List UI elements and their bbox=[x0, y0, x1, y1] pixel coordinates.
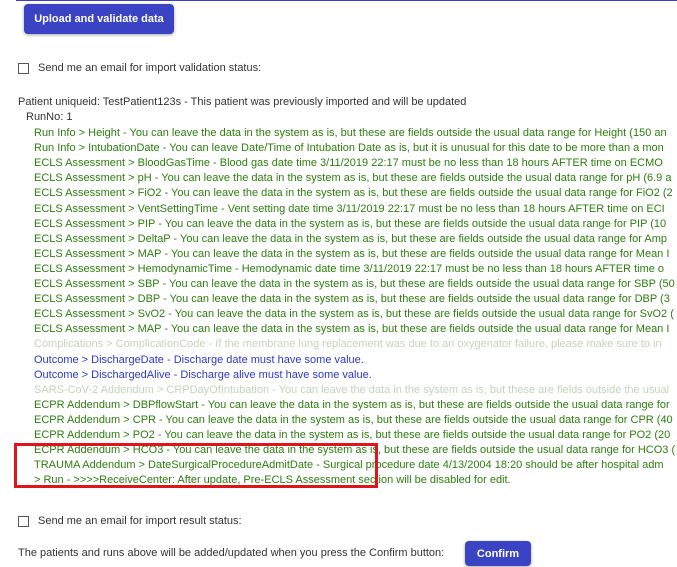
email-result-option[interactable]: Send me an email for import result statu… bbox=[18, 515, 242, 527]
patient-info-line: Patient uniqueid: TestPatient123s - This… bbox=[18, 96, 467, 108]
upload-validate-button[interactable]: Upload and validate data bbox=[24, 4, 174, 34]
email-validation-label: Send me an email for import validation s… bbox=[38, 62, 262, 74]
confirm-button[interactable]: Confirm bbox=[465, 541, 531, 566]
validation-message: ECLS Assessment > FiO2 - You can leave t… bbox=[34, 187, 673, 200]
validation-message: ECLS Assessment > DeltaP - You can leave… bbox=[34, 232, 667, 245]
validation-message: ECPR Addendum > PO2 - You can leave the … bbox=[34, 429, 671, 441]
validation-message: Run Info > Height - You can leave the da… bbox=[34, 127, 667, 139]
validation-message: ECLS Assessment > pH - You can leave the… bbox=[34, 172, 672, 185]
validation-message: Outcome > DischargedAlive - Discharge al… bbox=[34, 368, 372, 381]
validation-message: Outcome > DischargeDate - Discharge date… bbox=[34, 353, 364, 366]
validation-message: ECPR Addendum > DBPflowStart - You can l… bbox=[34, 398, 670, 411]
validation-message: ECLS Assessment > SvO2 - You can leave t… bbox=[34, 308, 674, 321]
validation-message: ECPR Addendum > CPR - You can leave the … bbox=[34, 413, 673, 426]
validation-message: ECLS Assessment > DBP - You can leave th… bbox=[34, 293, 670, 306]
validation-message: ECLS Assessment > MAP - You can leave th… bbox=[34, 323, 670, 336]
validation-message: ECLS Assessment > BloodGasTime - Blood g… bbox=[34, 157, 663, 170]
email-result-label: Send me an email for import result statu… bbox=[38, 515, 242, 527]
confirm-instruction: The patients and runs above will be adde… bbox=[18, 547, 445, 559]
validation-message: Run Info > IntubationDate - You can leav… bbox=[34, 142, 664, 155]
email-validation-checkbox[interactable] bbox=[18, 62, 29, 74]
highlight-box bbox=[14, 443, 378, 488]
validation-message: ECLS Assessment > MAP - You can leave th… bbox=[34, 247, 670, 260]
validation-message: ECLS Assessment > PIP - You can leave th… bbox=[34, 217, 667, 230]
email-result-checkbox[interactable] bbox=[18, 515, 29, 527]
run-number: RunNo: 1 bbox=[26, 111, 73, 123]
validation-message: SARS-CoV-2 Addendum > CRPDayOfIntubation… bbox=[34, 383, 670, 396]
validation-message: ECLS Assessment > SBP - You can leave th… bbox=[34, 278, 675, 290]
validation-message: ECLS Assessment > HemodynamicTime - Hemo… bbox=[34, 262, 665, 275]
top-divider bbox=[16, 0, 677, 1]
email-validation-option[interactable]: Send me an email for import validation s… bbox=[18, 62, 261, 74]
validation-message: Complications > ComplicationCode - If th… bbox=[34, 338, 662, 351]
validation-message: ECLS Assessment > VentSettingTime - Vent… bbox=[34, 202, 665, 215]
